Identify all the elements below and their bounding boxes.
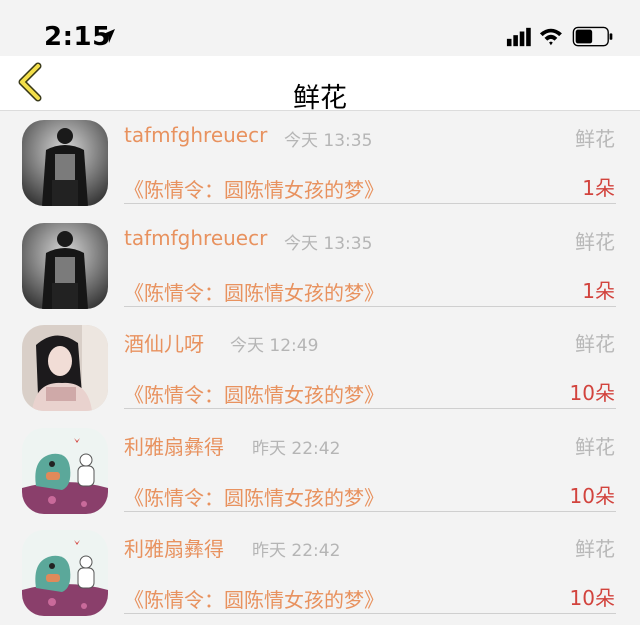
gift-type: 鲜花 bbox=[575, 332, 615, 356]
row-divider bbox=[124, 510, 616, 512]
row-divider bbox=[124, 305, 616, 307]
flower-count: 1朵 bbox=[582, 176, 615, 200]
send-time: 昨天 22:42 bbox=[252, 438, 341, 459]
status-icons bbox=[506, 26, 613, 47]
location-arrow-icon bbox=[101, 29, 115, 43]
cartoon-dino-avatar-icon bbox=[22, 530, 108, 616]
row-divider bbox=[124, 408, 616, 409]
flower-count: 10朵 bbox=[569, 483, 615, 508]
gift-type: 鲜花 bbox=[575, 434, 615, 459]
list-item[interactable]: tafmfghreuecr 今天 13:35 鲜花 《陈情令：圆陈情女孩的梦》 … bbox=[0, 215, 640, 318]
row-divider bbox=[124, 613, 616, 614]
flower-count: 10朵 bbox=[569, 381, 615, 405]
sender-name[interactable]: 利雅扇彝得 bbox=[124, 533, 224, 562]
sender-name[interactable]: tafmfghreuecr bbox=[124, 226, 267, 250]
status-bar: 2:15 bbox=[0, 0, 640, 56]
cartoon-dino-avatar-icon bbox=[22, 427, 108, 514]
flower-record-list: tafmfghreuecr 今天 13:35 鲜花 《陈情令：圆陈情女孩的梦》 … bbox=[0, 112, 640, 625]
dark-figure-avatar-icon bbox=[22, 222, 108, 309]
battery-icon bbox=[572, 26, 613, 47]
avatar[interactable] bbox=[22, 427, 108, 514]
row-divider bbox=[124, 203, 616, 204]
list-item[interactable]: 酒仙儿呀 今天 12:49 鲜花 《陈情令：圆陈情女孩的梦》 10朵 bbox=[0, 317, 640, 420]
send-time: 今天 13:35 bbox=[284, 233, 373, 254]
book-title-link[interactable]: 《陈情令：圆陈情女孩的梦》 bbox=[124, 379, 384, 408]
list-item[interactable]: 利雅扇彝得 昨天 22:42 鲜花 《陈情令：圆陈情女孩的梦》 10朵 bbox=[0, 522, 640, 625]
girl-photo-avatar-icon bbox=[22, 325, 108, 411]
gift-type: 鲜花 bbox=[575, 127, 615, 151]
book-title-link[interactable]: 《陈情令：圆陈情女孩的梦》 bbox=[124, 482, 384, 511]
send-time: 今天 12:49 bbox=[230, 336, 319, 356]
nav-bar: 鲜花 bbox=[0, 56, 640, 114]
flower-count: 10朵 bbox=[569, 586, 615, 610]
sender-name[interactable]: 酒仙儿呀 bbox=[124, 328, 204, 357]
gift-type: 鲜花 bbox=[575, 537, 615, 561]
list-item[interactable]: 利雅扇彝得 昨天 22:42 鲜花 《陈情令：圆陈情女孩的梦》 10朵 bbox=[0, 420, 640, 523]
avatar[interactable] bbox=[22, 530, 108, 616]
wifi-icon bbox=[539, 28, 562, 46]
dark-figure-avatar-icon bbox=[22, 120, 108, 206]
book-title-link[interactable]: 《陈情令：圆陈情女孩的梦》 bbox=[124, 584, 384, 613]
avatar[interactable] bbox=[22, 325, 108, 411]
send-time: 昨天 22:42 bbox=[252, 541, 341, 561]
sender-name[interactable]: tafmfghreuecr bbox=[124, 123, 267, 147]
page-title: 鲜花 bbox=[293, 83, 347, 114]
avatar[interactable] bbox=[22, 222, 108, 309]
list-item[interactable]: tafmfghreuecr 今天 13:35 鲜花 《陈情令：圆陈情女孩的梦》 … bbox=[0, 112, 640, 215]
flower-count: 1朵 bbox=[582, 278, 615, 303]
avatar[interactable] bbox=[22, 120, 108, 206]
cellular-signal-icon bbox=[506, 27, 531, 47]
book-title-link[interactable]: 《陈情令：圆陈情女孩的梦》 bbox=[124, 174, 384, 203]
send-time: 今天 13:35 bbox=[284, 131, 373, 151]
book-title-link[interactable]: 《陈情令：圆陈情女孩的梦》 bbox=[124, 277, 384, 306]
sender-name[interactable]: 利雅扇彝得 bbox=[124, 431, 224, 460]
gift-type: 鲜花 bbox=[575, 229, 615, 254]
